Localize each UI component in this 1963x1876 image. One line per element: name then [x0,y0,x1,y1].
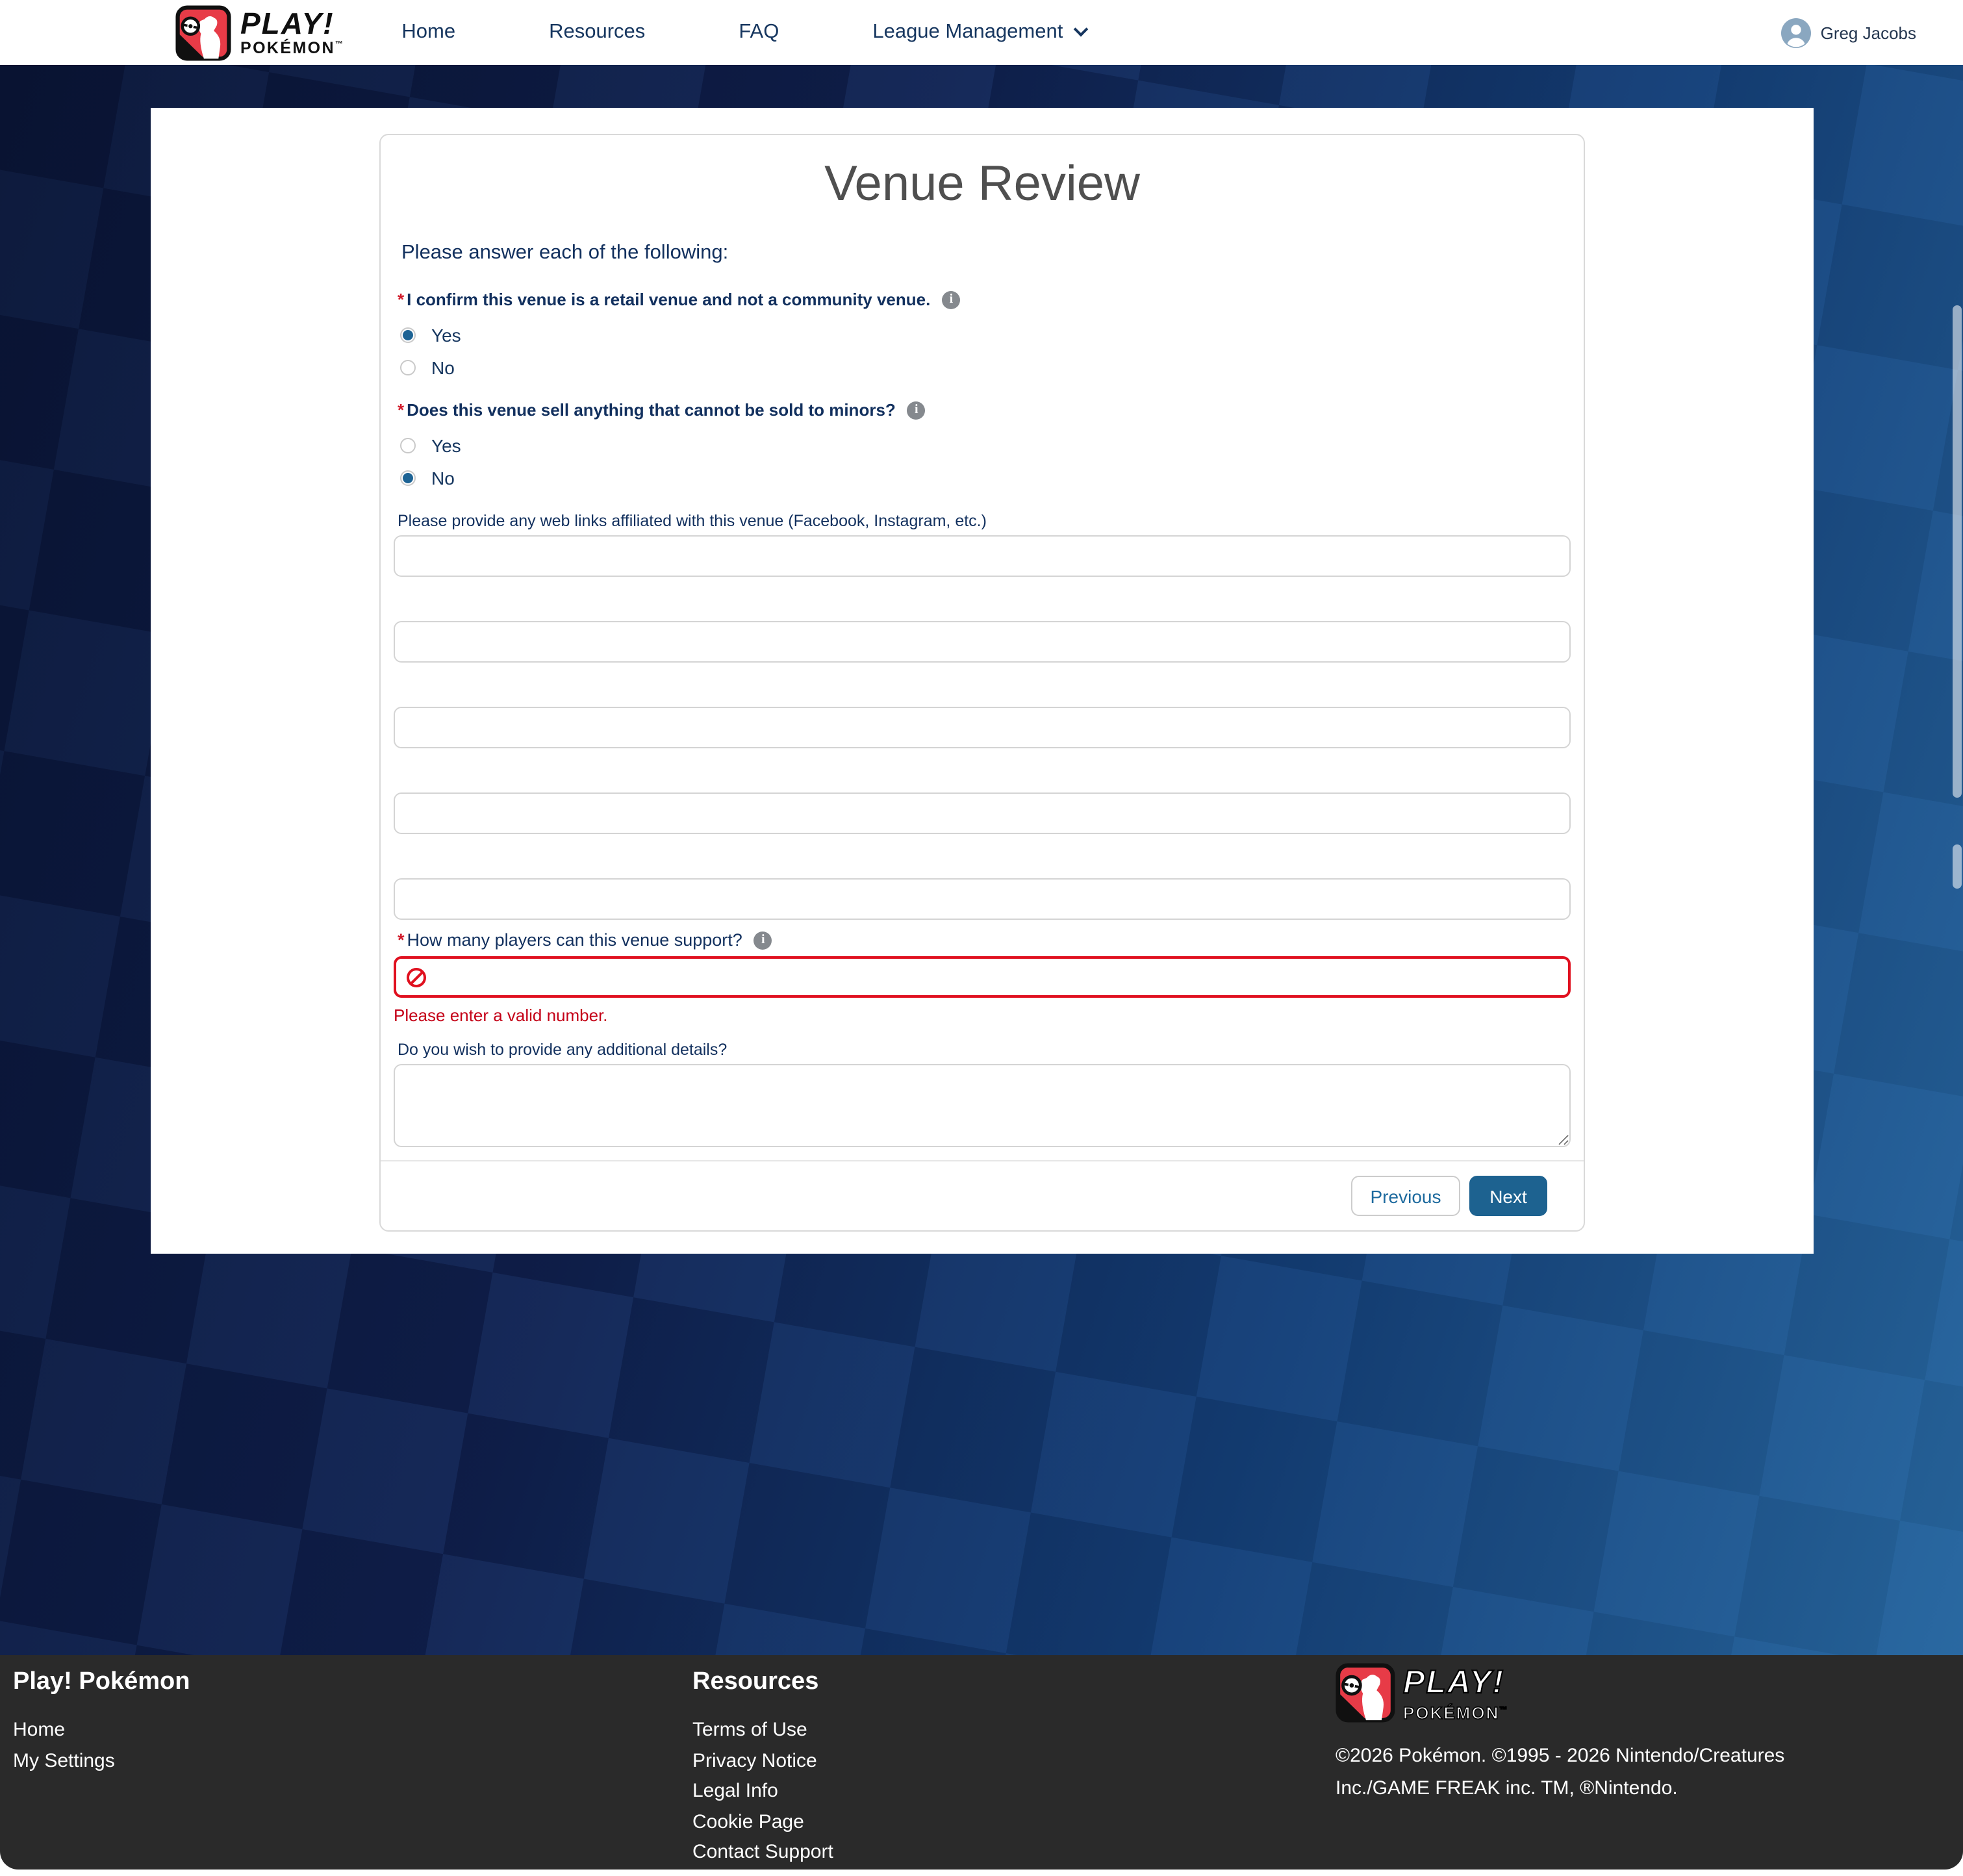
previous-button[interactable]: Previous [1351,1176,1460,1216]
radio-button[interactable] [400,438,416,453]
footer-column-legal: PLAY! POKÉMON™ ©2026 Pokémon. ©1995 - 20… [1336,1663,1819,1805]
footer-heading: Resources [692,1668,833,1697]
footer-column-play-pokemon: Play! Pokémon Home My Settings [13,1668,190,1781]
footer-heading: Play! Pokémon [13,1668,190,1697]
play-pokemon-logo-icon [175,5,231,60]
footer-link-cookie[interactable]: Cookie Page [692,1812,833,1831]
copyright-text: ©2026 Pokémon. ©1995 - 2026 Nintendo/Cre… [1336,1740,1819,1805]
web-link-input-3[interactable] [394,707,1571,748]
footer: Play! Pokémon Home My Settings Resources… [0,1655,1963,1870]
radio-option-no[interactable]: No [400,468,1571,488]
main-nav: Home Resources FAQ League Management [401,21,1086,44]
play-pokemon-logo-icon [1336,1663,1395,1723]
footer-link-my-settings[interactable]: My Settings [13,1751,190,1770]
next-button[interactable]: Next [1469,1176,1547,1216]
page-title: Venue Review [394,158,1571,210]
prohibition-icon [407,967,426,987]
nav-resources[interactable]: Resources [549,21,645,44]
footer-link-contact[interactable]: Contact Support [692,1842,833,1862]
user-menu[interactable]: Greg Jacobs [1782,18,1916,47]
user-avatar-icon [1782,18,1812,47]
footer-link-home[interactable]: Home [13,1720,190,1740]
required-asterisk: * [398,930,405,950]
web-link-input-2[interactable] [394,621,1571,663]
info-icon[interactable]: i [754,931,772,949]
radio-option-yes[interactable]: Yes [400,325,1571,346]
required-asterisk: * [398,400,404,420]
question-sell-to-minors: * Does this venue sell anything that can… [394,400,1571,488]
footer-logo-wordmark: PLAY! POKÉMON™ [1403,1664,1508,1722]
weblinks-label: Please provide any web links affiliated … [398,512,1571,530]
scrollbar-thumb-segment[interactable] [1953,844,1962,889]
question-label: * I confirm this venue is a retail venue… [398,290,1571,309]
info-icon[interactable]: i [907,401,926,419]
players-count-field-error[interactable] [394,956,1571,998]
chevron-down-icon [1074,21,1089,36]
question-retail-venue: * I confirm this venue is a retail venue… [394,290,1571,378]
players-question-label: * How many players can this venue suppor… [398,930,1571,950]
play-pokemon-logo[interactable]: PLAY! POKÉMON™ [175,5,344,60]
content-panel: Venue Review Please answer each of the f… [151,108,1814,1254]
web-link-input-4[interactable] [394,792,1571,834]
form-intro: Please answer each of the following: [401,242,1571,265]
user-name: Greg Jacobs [1821,23,1916,42]
web-link-input-5[interactable] [394,878,1571,920]
footer-link-privacy[interactable]: Privacy Notice [692,1751,833,1770]
trademark: ™ [1499,1706,1508,1714]
footer-column-resources: Resources Terms of Use Privacy Notice Le… [692,1668,833,1873]
additional-details-textarea[interactable] [394,1064,1571,1147]
radio-option-no[interactable]: No [400,357,1571,378]
radio-button-selected[interactable] [400,327,416,343]
venue-review-form: Venue Review Please answer each of the f… [379,134,1585,1232]
details-label: Do you wish to provide any additional de… [398,1041,1571,1059]
top-navbar: PLAY! POKÉMON™ Home Resources FAQ League… [0,0,1963,65]
trademark: ™ [335,41,344,49]
page: PLAY! POKÉMON™ Home Resources FAQ League… [0,0,1963,1876]
web-link-input-1[interactable] [394,535,1571,577]
required-asterisk: * [398,290,404,309]
nav-faq[interactable]: FAQ [739,21,779,44]
form-actions: Previous Next [394,1161,1571,1216]
footer-link-terms[interactable]: Terms of Use [692,1720,833,1740]
nav-league-management[interactable]: League Management [872,21,1086,44]
info-icon[interactable]: i [942,290,960,309]
nav-home[interactable]: Home [401,21,455,44]
scrollbar-thumb[interactable] [1953,305,1962,798]
question-label: * Does this venue sell anything that can… [398,400,1571,420]
players-count-input[interactable] [437,959,1558,995]
validation-error-message: Please enter a valid number. [394,1006,1571,1025]
radio-button-selected[interactable] [400,470,416,486]
radio-option-yes[interactable]: Yes [400,435,1571,456]
logo-wordmark: PLAY! POKÉMON™ [240,9,344,57]
footer-logo: PLAY! POKÉMON™ [1336,1663,1819,1723]
radio-button[interactable] [400,360,416,375]
footer-link-legal[interactable]: Legal Info [692,1781,833,1801]
